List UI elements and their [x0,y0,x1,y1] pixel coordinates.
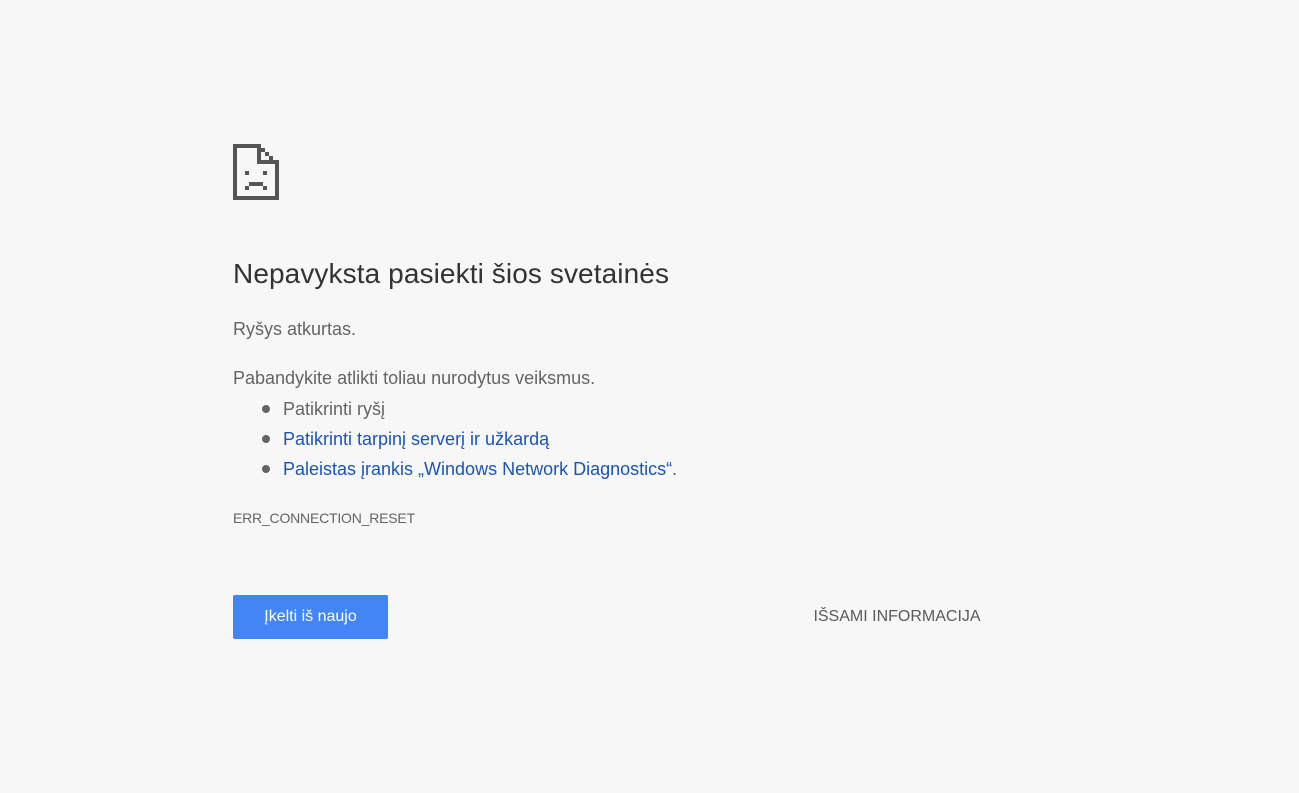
suggestion-suffix: . [672,459,678,479]
sad-page-icon [233,144,279,200]
bullet-icon [262,465,270,473]
details-button[interactable]: IŠSAMI INFORMACIJA [798,595,996,639]
reload-button[interactable]: Įkelti iš naujo [233,595,388,639]
error-subtitle: Ryšys atkurtas. [233,319,357,339]
network-diagnostics-link[interactable]: Paleistas įrankis „Windows Network Diagn… [283,459,672,479]
check-proxy-firewall-link[interactable]: Patikrinti tarpinį serverį ir užkardą [283,429,549,449]
suggestion-text: Patikrinti ryšį [283,399,386,419]
suggestion-item-proxy-firewall: Patikrinti tarpinį serverį ir užkardą [233,426,677,456]
suggestion-item-network-diagnostics: Paleistas įrankis „Windows Network Diagn… [233,456,677,486]
error-code: ERR_CONNECTION_RESET [233,510,415,526]
suggestions-list: Patikrinti ryšį Patikrinti tarpinį serve… [233,396,677,486]
page-title: Nepavyksta pasiekti šios svetainės [233,258,670,289]
suggestions-intro: Pabandykite atlikti toliau nurodytus vei… [233,368,596,388]
bullet-icon [262,405,270,413]
bullet-icon [262,435,270,443]
suggestion-item-check-connection: Patikrinti ryšį [233,396,677,426]
error-page: Nepavyksta pasiekti šios svetainės Ryšys… [0,0,1299,793]
